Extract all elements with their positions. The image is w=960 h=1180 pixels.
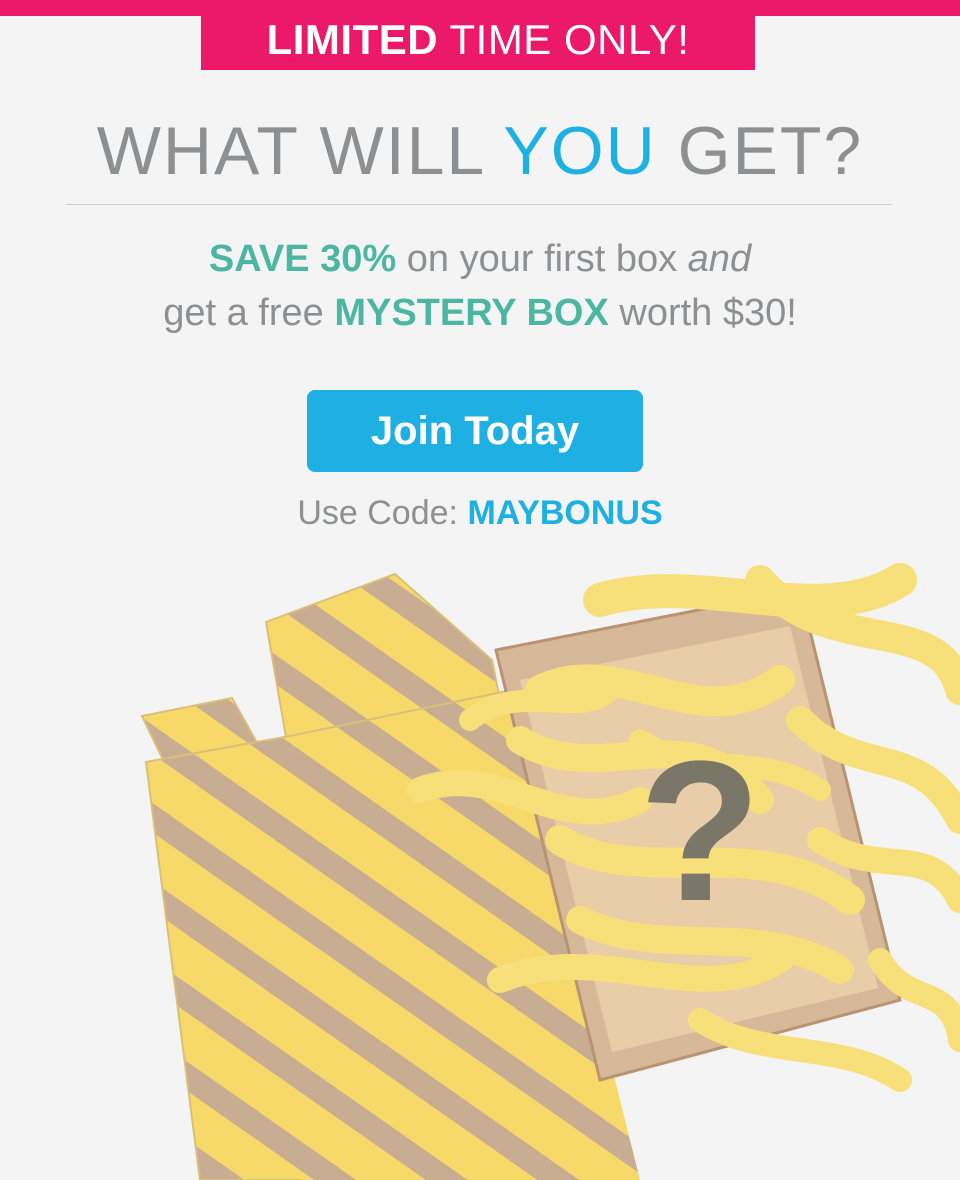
offer-save-highlight: SAVE 30% xyxy=(208,238,397,280)
offer-line1-italic: and xyxy=(687,238,752,280)
offer-mystery-highlight: MYSTERY BOX xyxy=(334,292,609,334)
offer-text: SAVE 30% on your first box and get a fre… xyxy=(0,232,960,340)
offer-line-1: SAVE 30% on your first box and xyxy=(0,232,960,286)
banner-rest-text: TIME ONLY! xyxy=(438,16,690,63)
mystery-box-illustration: ? xyxy=(140,563,960,1180)
headline-accent: YOU xyxy=(503,113,657,189)
promo-code-line: Use Code: MAYBONUS xyxy=(0,494,960,533)
banner-bold-text: LIMITED xyxy=(266,16,439,63)
offer-line2-suffix: worth $30! xyxy=(608,292,797,334)
join-today-button[interactable]: Join Today xyxy=(307,390,643,472)
offer-line1-text: on your first box xyxy=(396,238,688,280)
question-mark-icon: ? xyxy=(639,720,761,943)
limited-time-banner: LIMITED TIME ONLY! xyxy=(201,0,755,70)
offer-line2-prefix: get a free xyxy=(163,292,335,334)
divider xyxy=(66,204,892,205)
page-headline: WHAT WILL YOU GET? xyxy=(0,112,960,190)
promo-code-value: MAYBONUS xyxy=(467,494,663,532)
offer-line-2: get a free MYSTERY BOX worth $30! xyxy=(0,286,960,340)
headline-part1: WHAT WILL xyxy=(96,113,504,189)
headline-part2: GET? xyxy=(656,113,864,189)
promo-code-label: Use Code: xyxy=(297,494,468,532)
